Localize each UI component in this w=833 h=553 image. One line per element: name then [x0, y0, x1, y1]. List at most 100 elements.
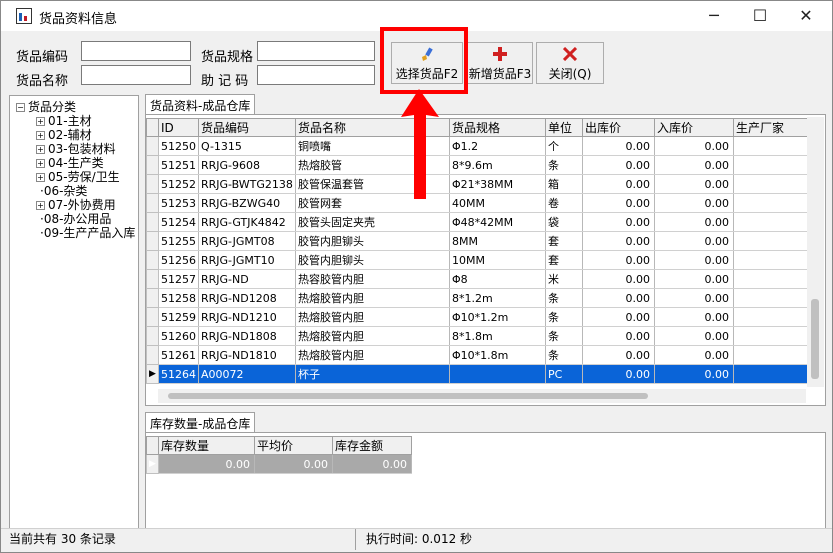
table-row[interactable]: 51253 RRJG-BZWG40 胶管网套 40MM 卷 0.00 0.00 [146, 193, 814, 213]
table-cell[interactable]: 51256 [158, 250, 199, 270]
table-cell[interactable]: 0.00 [654, 269, 734, 289]
table-row[interactable]: 51250 Q-1315 铜喷嘴 Φ1.2 个 0.00 0.00 [146, 136, 814, 156]
col-header[interactable]: 货品编码 [198, 118, 296, 137]
col-header[interactable]: ID [158, 118, 199, 137]
table-cell[interactable]: 0.00 [582, 269, 655, 289]
tree-item-09[interactable]: ·09-生产产品入库 [40, 224, 135, 241]
col-header[interactable]: 库存数量 [158, 436, 255, 455]
table-cell[interactable]: 0.00 [654, 288, 734, 308]
table-cell[interactable]: 51251 [158, 155, 199, 175]
table-cell[interactable]: 51259 [158, 307, 199, 327]
close-window-button[interactable]: ✕ [783, 1, 829, 31]
table-cell[interactable]: Φ48*42MM [449, 212, 546, 232]
table-cell[interactable]: 条 [545, 155, 583, 175]
table-row[interactable]: ▶ 51264 A00072 杯子 PC 0.00 0.00 [146, 364, 814, 384]
table-cell[interactable]: 0.00 [582, 364, 655, 384]
table-cell[interactable]: 0.00 [582, 155, 655, 175]
table-cell[interactable] [733, 288, 814, 308]
table-cell[interactable]: 0.00 [582, 212, 655, 232]
table-cell[interactable]: 热熔胶管内胆 [295, 345, 450, 365]
table-cell[interactable]: 8*9.6m [449, 155, 546, 175]
table-cell[interactable]: 0.00 [654, 174, 734, 194]
table-cell[interactable] [733, 364, 814, 384]
table-cell[interactable]: 0.00 [654, 250, 734, 270]
table-cell[interactable]: 0.00 [582, 193, 655, 213]
table-cell[interactable]: 8MM [449, 231, 546, 251]
table-row[interactable]: 51259 RRJG-ND1210 热熔胶管内胆 Φ10*1.2m 条 0.00 0.00 [146, 307, 814, 327]
table-cell[interactable]: Φ8 [449, 269, 546, 289]
col-header[interactable]: 单位 [545, 118, 583, 137]
table-cell[interactable]: 0.00 [654, 326, 734, 346]
col-header[interactable]: 货品规格 [449, 118, 546, 137]
table-cell[interactable]: 0.00 [582, 174, 655, 194]
table-cell[interactable]: 0.00 [582, 136, 655, 156]
spec-input[interactable] [257, 41, 375, 61]
table-cell[interactable]: RRJG-JGMT08 [198, 231, 296, 251]
table-cell[interactable] [733, 174, 814, 194]
stock-row[interactable]: ▶ 0.00 0.00 0.00 [146, 454, 412, 474]
table-cell[interactable]: 箱 [545, 174, 583, 194]
add-goods-button[interactable]: 新增货品F3 [467, 42, 533, 84]
tab-goods[interactable]: 货品资料-成品仓库 [145, 94, 256, 116]
table-row[interactable]: 51252 RRJG-BWTG2138 胶管保温套管 Φ21*38MM 箱 0.00 0.0… [146, 174, 814, 194]
table-cell[interactable]: RRJG-JGMT10 [198, 250, 296, 270]
table-cell[interactable]: 10MM [449, 250, 546, 270]
table-row[interactable]: 51251 RRJG-9608 热熔胶管 8*9.6m 条 0.00 0.00 [146, 155, 814, 175]
table-cell[interactable]: 米 [545, 269, 583, 289]
mnemonic-input[interactable] [257, 65, 375, 85]
table-cell[interactable]: 条 [545, 288, 583, 308]
table-cell[interactable]: 0.00 [654, 231, 734, 251]
table-cell[interactable]: 51261 [158, 345, 199, 365]
table-cell[interactable]: 热容胶管内胆 [295, 269, 450, 289]
table-cell[interactable]: 0.00 [582, 345, 655, 365]
table-cell[interactable]: 胶管内胆铆头 [295, 231, 450, 251]
table-row[interactable]: 51254 RRJG-GTJK4842 胶管头固定夹壳 Φ48*42MM 袋 0.00 0.… [146, 212, 814, 232]
table-cell[interactable] [449, 364, 546, 384]
table-cell[interactable]: RRJG-ND1208 [198, 288, 296, 308]
table-cell[interactable]: 51258 [158, 288, 199, 308]
table-row[interactable]: 51261 RRJG-ND1810 热熔胶管内胆 Φ10*1.8m 条 0.00 0.00 [146, 345, 814, 365]
table-cell[interactable]: 杯子 [295, 364, 450, 384]
table-cell[interactable]: RRJG-ND1810 [198, 345, 296, 365]
table-cell[interactable]: A00072 [198, 364, 296, 384]
table-cell[interactable]: 0.00 [582, 326, 655, 346]
table-row[interactable]: 51257 RRJG-ND 热容胶管内胆 Φ8 米 0.00 0.00 [146, 269, 814, 289]
goods-horizontal-scrollbar[interactable] [158, 389, 806, 403]
table-cell[interactable]: Φ10*1.2m [449, 307, 546, 327]
table-cell[interactable]: 8*1.8m [449, 326, 546, 346]
table-cell[interactable]: 51264 [158, 364, 199, 384]
table-cell[interactable]: 0.00 [654, 193, 734, 213]
table-cell[interactable]: 0.00 [654, 155, 734, 175]
table-cell[interactable] [733, 193, 814, 213]
col-header[interactable]: 库存金额 [332, 436, 412, 455]
table-cell[interactable]: 0.00 [654, 307, 734, 327]
table-cell[interactable] [733, 345, 814, 365]
table-cell[interactable]: 0.00 [582, 288, 655, 308]
scroll-thumb[interactable] [811, 299, 819, 379]
table-cell[interactable]: 51254 [158, 212, 199, 232]
table-cell[interactable] [733, 212, 814, 232]
table-cell[interactable]: RRJG-BZWG40 [198, 193, 296, 213]
table-cell[interactable] [733, 136, 814, 156]
table-cell[interactable]: 条 [545, 326, 583, 346]
table-cell[interactable]: Φ1.2 [449, 136, 546, 156]
code-input[interactable] [81, 41, 191, 61]
table-cell[interactable]: 0.00 [654, 212, 734, 232]
table-cell[interactable]: 热熔胶管内胆 [295, 288, 450, 308]
table-row[interactable]: 51258 RRJG-ND1208 热熔胶管内胆 8*1.2m 条 0.00 0.00 [146, 288, 814, 308]
table-row[interactable]: 51255 RRJG-JGMT08 胶管内胆铆头 8MM 套 0.00 0.00 [146, 231, 814, 251]
table-cell[interactable]: 40MM [449, 193, 546, 213]
table-cell[interactable]: 个 [545, 136, 583, 156]
col-header[interactable]: 入库价 [654, 118, 734, 137]
table-cell[interactable]: 热熔胶管内胆 [295, 326, 450, 346]
table-cell[interactable]: RRJG-ND [198, 269, 296, 289]
table-cell[interactable]: 袋 [545, 212, 583, 232]
table-cell[interactable]: 卷 [545, 193, 583, 213]
close-button[interactable]: 关闭(Q) [536, 42, 604, 84]
tab-stock[interactable]: 库存数量-成品仓库 [145, 412, 256, 434]
table-cell[interactable]: Φ21*38MM [449, 174, 546, 194]
table-cell[interactable]: 8*1.2m [449, 288, 546, 308]
table-cell[interactable] [733, 269, 814, 289]
scroll-thumb[interactable] [168, 393, 648, 399]
table-cell[interactable] [733, 326, 814, 346]
